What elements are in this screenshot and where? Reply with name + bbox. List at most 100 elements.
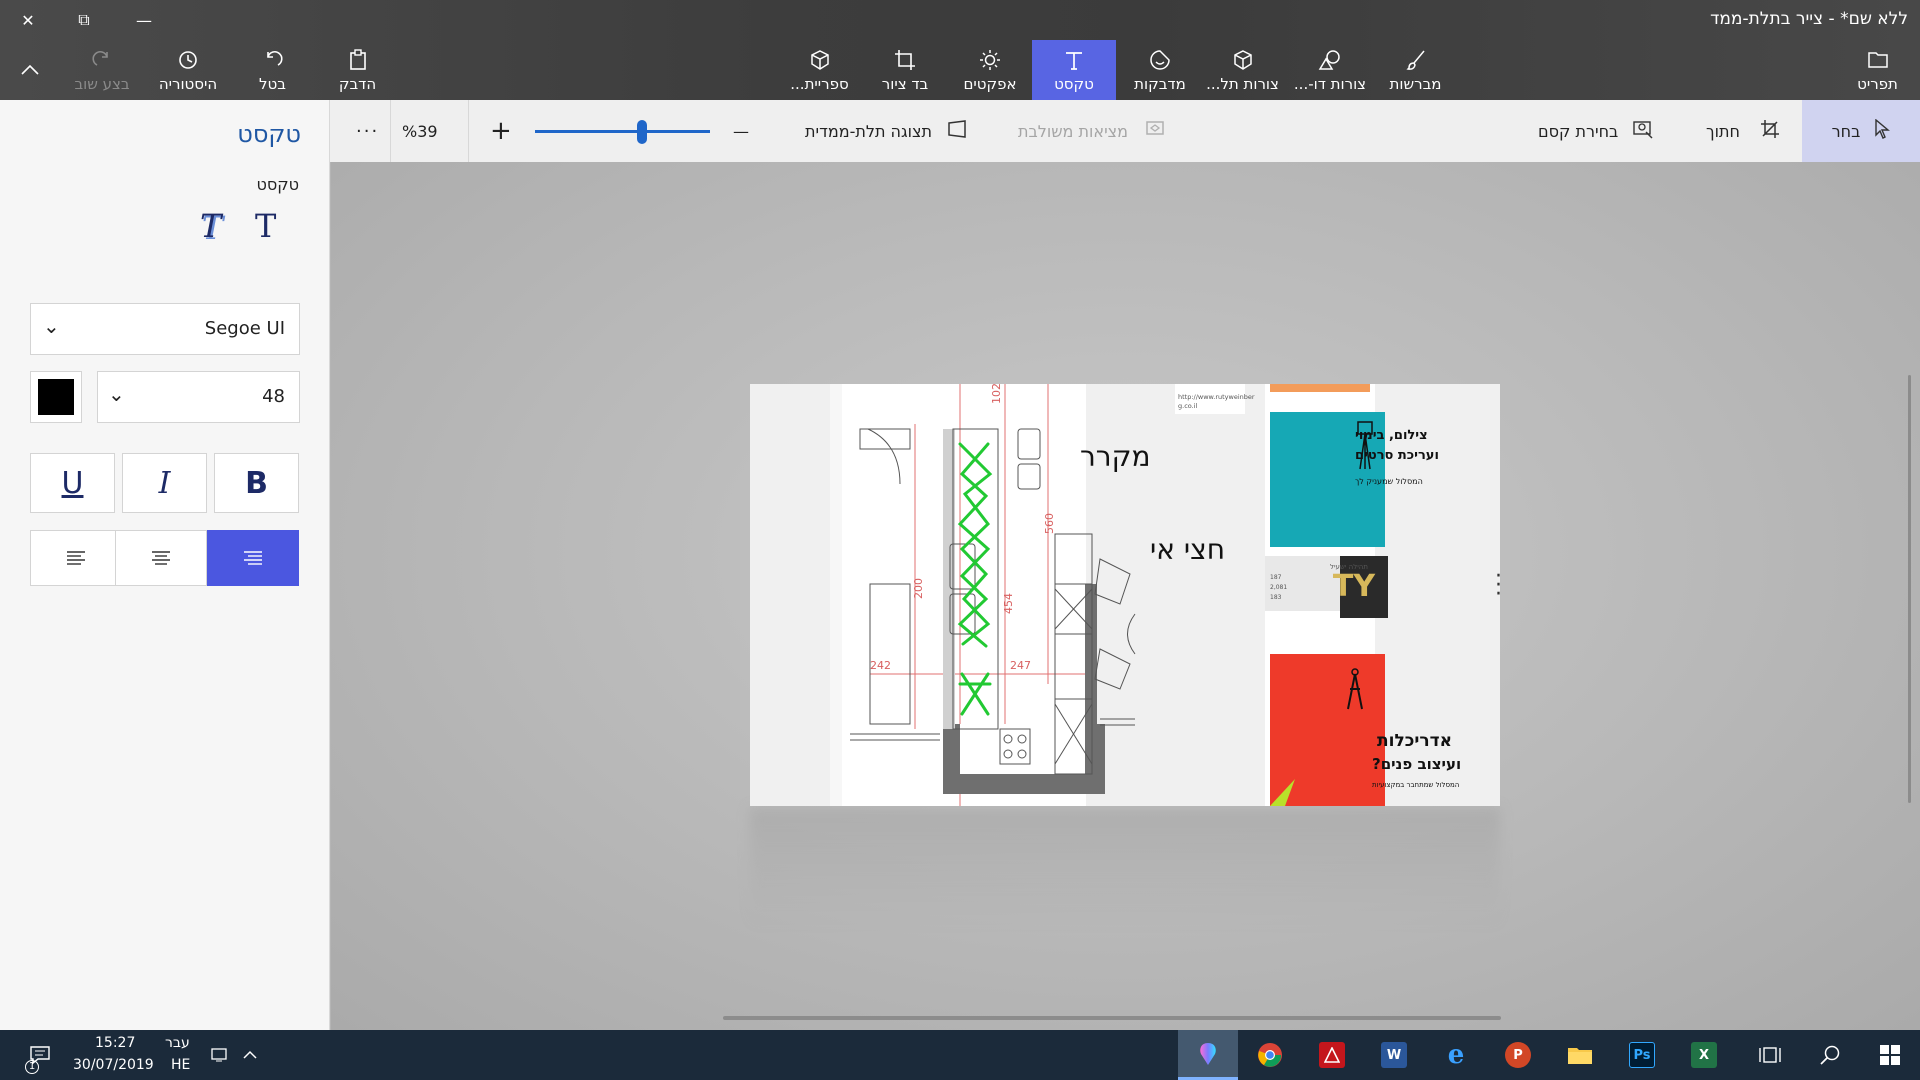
url-text: g.co.il [1178, 402, 1198, 410]
shapes-2d-label: צורות דו-... [1293, 75, 1367, 93]
canvas-handle[interactable]: · · · [1495, 566, 1502, 606]
drawing-canvas[interactable]: 102 560 200 454 242 247 מקרר חצי אי http… [750, 384, 1500, 806]
dim-label: 200 [912, 578, 925, 599]
acrobat-icon [1319, 1042, 1345, 1068]
zoom-value[interactable]: %39 [402, 100, 438, 162]
mixed-reality-label: מציאות משולבת [1018, 121, 1129, 141]
zoom-out-button[interactable]: — [733, 100, 749, 162]
ad-text: אדריכלות [1377, 731, 1452, 751]
history-button[interactable]: היסטוריה [147, 40, 229, 100]
action-center-button[interactable]: 1 [20, 1030, 60, 1080]
brushes-button[interactable]: מברשות [1378, 40, 1453, 100]
library-3d-button[interactable]: ספריית... [782, 40, 857, 100]
view-3d-toggle[interactable]: תצוגה תלת-ממדית [805, 100, 968, 162]
ad-text: ועיצוב פנים? [1372, 755, 1461, 773]
redo-icon [91, 47, 113, 73]
menu-button[interactable]: תפריט [1840, 40, 1915, 100]
brushes-label: מברשות [1389, 75, 1442, 93]
window-title: ללא שם* - צייר בתלת-ממד [1710, 9, 1908, 29]
align-center-button[interactable] [115, 530, 207, 586]
window-close-button[interactable]: ✕ [0, 0, 56, 40]
ad-architecture [1270, 654, 1385, 806]
shapes-3d-button[interactable]: צורות תל... [1205, 40, 1280, 100]
url-text: http://www.rutyweinber [1178, 393, 1255, 401]
input-language-top[interactable]: עבר [165, 1035, 190, 1051]
shapes-2d-button[interactable]: צורות דו-... [1290, 40, 1370, 100]
text-color-picker[interactable] [30, 371, 82, 423]
underline-button[interactable]: U [30, 453, 115, 513]
taskbar-app-word[interactable]: W [1364, 1030, 1424, 1080]
magic-select-icon [1632, 119, 1654, 143]
window-restore-button[interactable]: ⧉ [56, 0, 112, 40]
window-minimize-button[interactable]: — [116, 0, 172, 40]
effects-label: אפקטים [963, 75, 1017, 93]
font-size-value: 48 [262, 386, 285, 407]
redo-button[interactable]: בצע שוב [62, 40, 142, 100]
text-type-heading: טקסט [256, 175, 299, 194]
notification-count: 1 [25, 1060, 39, 1074]
photoshop-icon: Ps [1629, 1042, 1655, 1068]
zoom-in-button[interactable]: + [490, 100, 512, 162]
clock-time[interactable]: 15:27 [95, 1035, 135, 1051]
title-bar: ✕ ⧉ — ללא שם* - צייר בתלת-ממד [0, 0, 1920, 40]
select-button[interactable]: בחר [1802, 100, 1920, 162]
horizontal-scrollbar[interactable] [723, 1016, 1501, 1020]
taskbar-app-excel[interactable]: X [1674, 1030, 1734, 1080]
task-view-button[interactable] [1745, 1030, 1795, 1080]
word-icon: W [1381, 1042, 1407, 1068]
powerpoint-icon: P [1505, 1042, 1531, 1068]
search-button[interactable] [1805, 1030, 1855, 1080]
input-language-bottom[interactable]: HE [171, 1057, 190, 1073]
text-tool-icon [1063, 47, 1085, 73]
magic-select-button[interactable]: בחירת קסם [1538, 100, 1654, 162]
text-properties-panel: טקסט טקסט T T ⌄ Segoe UI ⌄ 48 U I B [0, 100, 330, 1030]
text-tool-button[interactable]: טקסט [1032, 40, 1116, 100]
taskbar-app-explorer[interactable] [1550, 1030, 1610, 1080]
magic-select-label: בחירת קסם [1538, 121, 1619, 141]
taskbar-app-acrobat[interactable] [1302, 1030, 1362, 1080]
shapes-3d-label: צורות תל... [1206, 75, 1279, 93]
zoom-slider-thumb[interactable] [636, 120, 647, 144]
dim-label: 560 [1043, 513, 1056, 534]
align-left-button[interactable] [30, 530, 122, 586]
bold-button[interactable]: B [214, 453, 299, 513]
start-button[interactable] [1865, 1030, 1915, 1080]
text-3d-button[interactable]: T [200, 207, 221, 245]
stickers-label: מדבקות [1134, 75, 1186, 93]
paste-button[interactable]: הדבק [325, 40, 390, 100]
network-icon[interactable] [205, 1030, 235, 1080]
vertical-scrollbar[interactable] [1908, 375, 1911, 803]
taskbar-app-edge[interactable]: e [1426, 1030, 1486, 1080]
canvas-button[interactable]: בד ציור [870, 40, 940, 100]
taskbar-app-powerpoint[interactable]: P [1488, 1030, 1548, 1080]
stickers-button[interactable]: מדבקות [1125, 40, 1195, 100]
label-fridge: מקרר [1080, 440, 1151, 473]
excel-icon: X [1691, 1042, 1717, 1068]
select-label: בחר [1831, 121, 1861, 141]
chevron-up-icon [243, 1050, 257, 1059]
align-right-button[interactable] [207, 530, 299, 586]
more-options-button[interactable]: ··· [356, 100, 379, 162]
workspace[interactable]: 102 560 200 454 242 247 מקרר חצי אי http… [331, 162, 1920, 1030]
font-family-select[interactable]: ⌄ Segoe UI [30, 303, 300, 355]
library-3d-label: ספריית... [790, 75, 849, 93]
ad-text: 2,081 [1270, 584, 1287, 591]
font-size-select[interactable]: ⌄ 48 [97, 371, 300, 423]
mixed-reality-icon [1144, 119, 1166, 143]
mixed-reality-button[interactable]: מציאות משולבת [1018, 100, 1166, 162]
taskbar-app-photoshop[interactable]: Ps [1612, 1030, 1672, 1080]
sun-icon [979, 47, 1001, 73]
zoom-slider-track[interactable] [535, 130, 710, 133]
collapse-ribbon-button[interactable] [10, 40, 50, 100]
show-hidden-icons-button[interactable] [238, 1030, 262, 1080]
crop-button[interactable]: חתוך [1706, 100, 1780, 162]
clock-date[interactable]: 30/07/2019 [73, 1057, 154, 1073]
taskbar-app-chrome[interactable] [1240, 1030, 1300, 1080]
italic-button[interactable]: I [122, 453, 207, 513]
undo-button[interactable]: בטל [240, 40, 305, 100]
taskbar-app-paint3d[interactable] [1178, 1030, 1238, 1080]
effects-button[interactable]: אפקטים [955, 40, 1025, 100]
dim-label: 454 [1002, 593, 1015, 614]
task-view-icon [1759, 1047, 1781, 1063]
text-2d-button[interactable]: T [255, 207, 276, 245]
